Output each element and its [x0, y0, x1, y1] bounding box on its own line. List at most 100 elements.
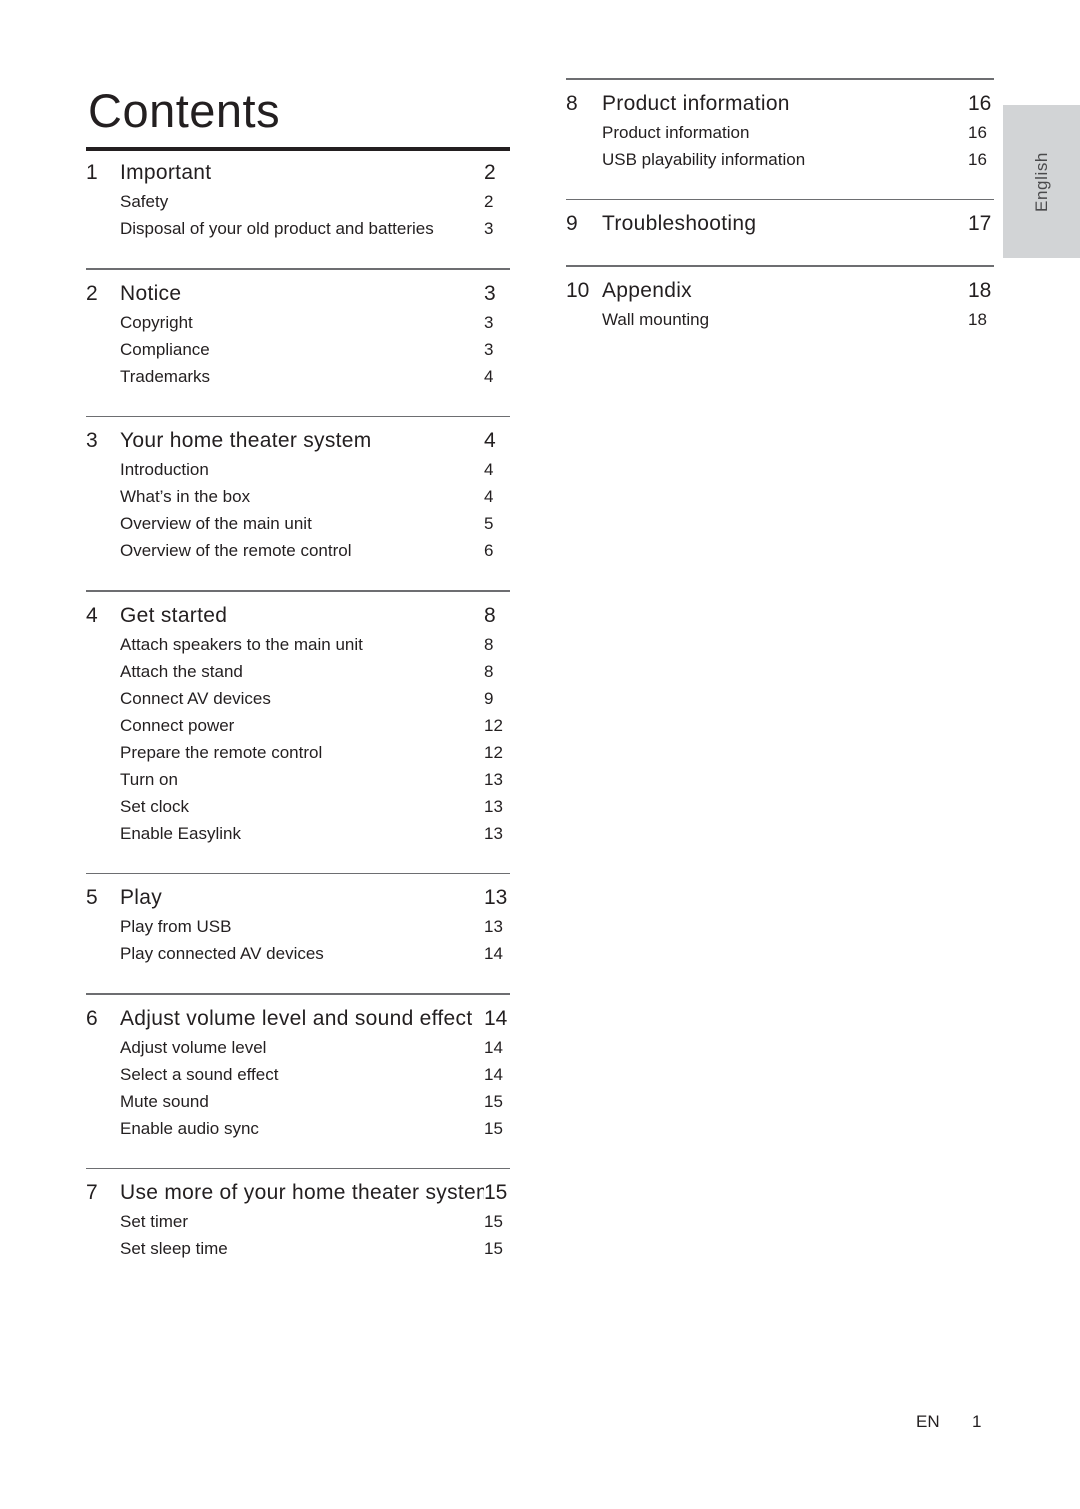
- toc-entry-row[interactable]: Play connected AV devices 14: [86, 940, 510, 967]
- toc-entry-row[interactable]: Play from USB 13: [86, 913, 510, 940]
- toc-chapter-page: 18: [968, 278, 992, 302]
- toc-entry-title: Trademarks: [120, 366, 211, 386]
- toc-chapter-row[interactable]: 5 Play 13: [86, 883, 510, 913]
- toc-entry-page: 13: [484, 769, 503, 789]
- toc-entry-page: 12: [484, 742, 503, 762]
- toc-chapter-row[interactable]: 6 Adjust volume level and sound effect 14: [86, 1004, 510, 1034]
- toc-entry-title: Enable audio sync: [120, 1118, 259, 1138]
- toc-entry-page: 3: [484, 219, 494, 238]
- toc-chapter-title: Important: [120, 161, 212, 184]
- toc-entry-row[interactable]: Adjust volume level 14: [86, 1034, 510, 1061]
- toc-entry-row[interactable]: Compliance 3: [86, 336, 510, 363]
- toc-entry-page: 4: [484, 487, 494, 506]
- toc-entry-page: 18: [968, 309, 987, 329]
- toc-entry-row[interactable]: Introduction 4: [86, 456, 510, 483]
- toc-entry-title: What’s in the box: [120, 487, 251, 506]
- toc-chapter-number: 10: [566, 278, 590, 302]
- toc-entry-page: 13: [484, 917, 503, 936]
- toc-entry-row[interactable]: Trademarks 4: [86, 363, 510, 390]
- page-title: Contents: [88, 84, 281, 137]
- toc-entry-row[interactable]: Disposal of your old product and batteri…: [86, 215, 510, 242]
- toc-entry-row[interactable]: Safety 2: [86, 188, 510, 215]
- toc-entry-row[interactable]: Overview of the main unit 5: [86, 510, 510, 537]
- title-underline-rule: [86, 147, 510, 151]
- toc-chapter-page: 2: [484, 161, 496, 184]
- toc-chapter-row[interactable]: 2 Notice 3: [86, 279, 510, 309]
- toc-chapter-title: Adjust volume level and sound effect: [120, 1006, 473, 1030]
- toc-chapter-row[interactable]: 1 Important 2: [86, 158, 510, 188]
- toc-entry-row[interactable]: Set clock 13: [86, 793, 510, 820]
- toc-entry-row[interactable]: Select a sound effect 14: [86, 1061, 510, 1088]
- toc-entry-title: Connect AV devices: [120, 688, 271, 708]
- toc-entry-row[interactable]: Turn on 13: [86, 766, 510, 793]
- toc-entry-title: Disposal of your old product and batteri…: [120, 219, 434, 238]
- toc-entry-row[interactable]: Connect AV devices 9: [86, 685, 510, 712]
- toc-entry-page: 15: [484, 1091, 503, 1111]
- toc-chapter-row[interactable]: 4 Get started 8: [86, 601, 510, 631]
- toc-entry-row[interactable]: Attach speakers to the main unit 8: [86, 631, 510, 658]
- toc-entry-page: 9: [484, 688, 494, 708]
- toc-entry-row[interactable]: Mute sound 15: [86, 1088, 510, 1115]
- toc-section: 5 Play 13 Play from USB 13 Play connected AV …: [86, 847, 510, 968]
- toc-entry-row[interactable]: Overview of the remote control 6: [86, 537, 510, 564]
- toc-entry-row[interactable]: Attach the stand 8: [86, 658, 510, 685]
- footer-page-number: 1: [972, 1412, 982, 1431]
- toc-entry-row[interactable]: Product information 16: [566, 119, 994, 146]
- language-tab: English: [1003, 105, 1080, 258]
- toc-entry-page: 8: [484, 634, 494, 654]
- toc-chapter-row[interactable]: 9 Troubleshooting 17: [566, 209, 994, 239]
- toc-chapter-title: Troubleshooting: [602, 212, 757, 235]
- footer-language-code: EN: [916, 1412, 940, 1431]
- toc-chapter-row[interactable]: 7 Use more of your home theater system 15: [86, 1178, 510, 1208]
- toc-entry-title: Attach the stand: [120, 661, 243, 681]
- toc-chapter-page: 14: [484, 1006, 508, 1030]
- toc-entry-page: 3: [484, 312, 494, 332]
- toc-entry-page: 14: [484, 1064, 503, 1084]
- toc-chapter-row[interactable]: 10 Appendix 18: [566, 276, 994, 306]
- toc-entry-title: Attach speakers to the main unit: [120, 634, 363, 654]
- toc-entry-title: Wall mounting: [602, 309, 710, 329]
- toc-entry-row[interactable]: Wall mounting 18: [566, 306, 994, 333]
- toc-entry-page: 4: [484, 460, 494, 479]
- toc-entry-row[interactable]: Connect power 12: [86, 712, 510, 739]
- toc-section: 4 Get started 8 Attach speakers to the main…: [86, 564, 510, 847]
- toc-chapter-title: Get started: [120, 603, 228, 627]
- toc-chapter-title: Use more of your home theater system: [120, 1181, 484, 1204]
- toc-chapter-page: 8: [484, 603, 496, 627]
- toc-entry-row[interactable]: Enable Easylink 13: [86, 820, 510, 847]
- toc-entry-title: Connect power: [120, 715, 235, 735]
- toc-section: 6 Adjust volume level and sound effect 14 A…: [86, 967, 510, 1142]
- toc-entry-row[interactable]: Set sleep time 15: [86, 1235, 510, 1262]
- toc-section: 1 Important 2 Safety 2 Disposal of your old p…: [86, 147, 510, 242]
- toc-entry-row[interactable]: Enable audio sync 15: [86, 1115, 510, 1142]
- toc-chapter-number: 7: [86, 1181, 98, 1204]
- toc-entry-page: 14: [484, 1037, 503, 1057]
- toc-chapter-row[interactable]: 8 Product information 16: [566, 89, 994, 119]
- toc-entry-row[interactable]: Prepare the remote control 12: [86, 739, 510, 766]
- toc-entry-row[interactable]: USB playability information 16: [566, 146, 994, 173]
- toc-section: 8 Product information 16 Product informatio…: [566, 78, 994, 173]
- toc-chapter-number: 3: [86, 429, 98, 452]
- toc-entry-row[interactable]: What’s in the box 4: [86, 483, 510, 510]
- toc-chapter-page: 4: [484, 429, 496, 452]
- toc-chapter-row[interactable]: 3 Your home theater system 4: [86, 426, 510, 456]
- page-footer: EN 1: [0, 1412, 1080, 1436]
- toc-entry-row[interactable]: Copyright 3: [86, 309, 510, 336]
- toc-entry-row[interactable]: Set timer 15: [86, 1208, 510, 1235]
- toc-chapter-number: 2: [86, 281, 98, 305]
- toc-entry-page: 8: [484, 661, 494, 681]
- toc-section: 3 Your home theater system 4 Introduction 4 W…: [86, 390, 510, 565]
- toc-chapter-number: 8: [566, 91, 578, 115]
- toc-entry-page: 15: [484, 1239, 503, 1258]
